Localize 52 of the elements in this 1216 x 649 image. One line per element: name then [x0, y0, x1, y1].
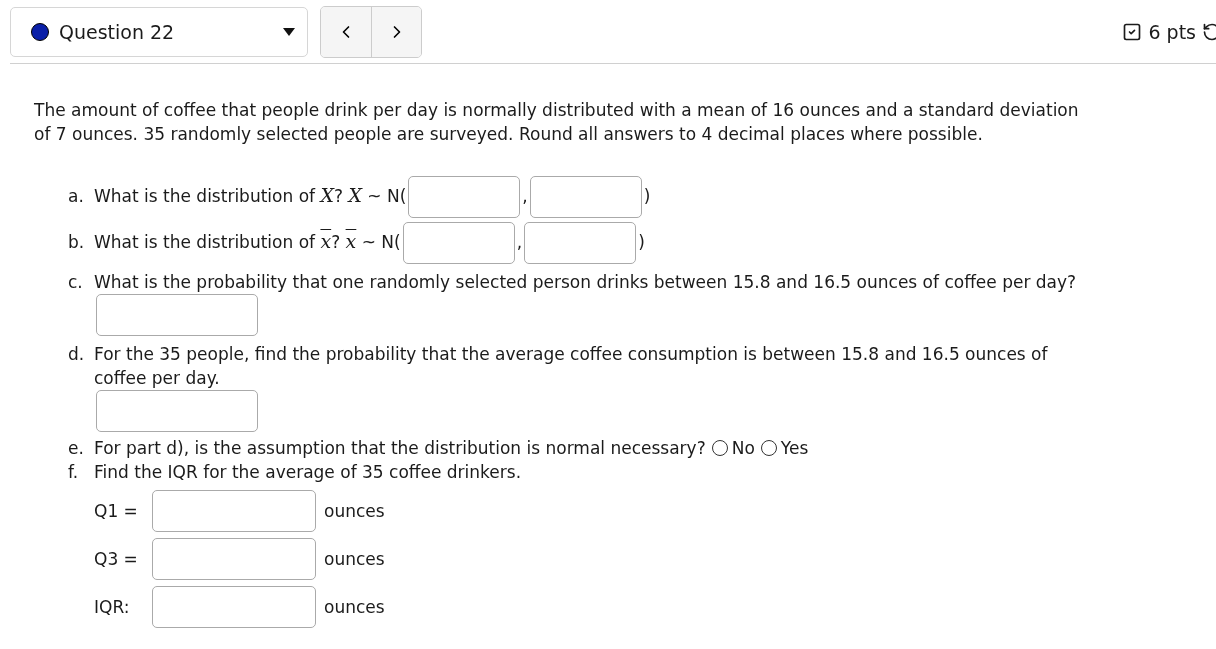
question-text: For the 35 people, find the probability that the average coffee consumption is between 15.8 and 16.5 ounces of coffee per day.: [94, 343, 1049, 390]
variable-symbol: X: [348, 184, 362, 206]
part-marker: d.: [68, 343, 86, 366]
answer-field[interactable]: [96, 390, 258, 432]
next-button[interactable]: [371, 6, 421, 57]
variable-symbol: x: [320, 230, 332, 252]
part-marker: b.: [68, 231, 86, 254]
answer-field[interactable]: [152, 538, 316, 580]
checkbox-icon: [1122, 21, 1143, 42]
answer-field[interactable]: [152, 490, 316, 532]
status-dot: [31, 22, 49, 41]
radio-button[interactable]: [760, 440, 777, 456]
question-mark: ?: [331, 232, 341, 252]
answer-field[interactable]: [408, 176, 521, 218]
answer-field[interactable]: [524, 222, 637, 264]
question-text: What is the distribution of: [94, 232, 316, 252]
question-text: What is the distribution of: [94, 186, 316, 206]
question-text: Find the IQR for the average of 35 coffee drinkers.: [94, 462, 522, 482]
answer-field[interactable]: [96, 294, 258, 336]
notation-text: ~ N(: [361, 232, 401, 252]
variable-symbol: X: [320, 184, 334, 206]
answer-field[interactable]: [402, 222, 515, 264]
close-paren: ): [643, 186, 651, 206]
field-label: Q3 =: [94, 548, 139, 571]
field-label: IQR:: [94, 596, 131, 619]
problem-text: The amount of coffee that people drink per day is normally distributed with a mean of 16 ounces and a standard deviation of 7 ounces. 35 randomly selected people are surveyed. Round all answers to 4 decimal places where possible.: [34, 99, 1080, 146]
separator-text: ,: [522, 186, 528, 206]
part-marker: f.: [68, 461, 80, 484]
question-text: What is the probability that one randomly selected person drinks between 15.8 and 16.5 ounces of coffee per day?: [94, 271, 1078, 294]
close-paren: ): [638, 232, 645, 252]
unit-label: ounces: [324, 596, 385, 619]
radio-button[interactable]: [711, 440, 728, 456]
part-marker: c.: [68, 271, 84, 294]
answer-field[interactable]: [529, 176, 642, 218]
part-marker: e.: [68, 437, 85, 460]
unit-label: ounces: [324, 548, 385, 571]
question-text: For part d), is the assumption that the distribution is normal necessary?: [94, 438, 706, 458]
separator-text: ,: [516, 232, 523, 252]
question-mark: ?: [333, 186, 343, 206]
variable-symbol: x: [345, 230, 357, 252]
notation-text: ~ N(: [367, 186, 407, 206]
unit-label: ounces: [324, 500, 385, 523]
part-marker: a.: [68, 185, 85, 208]
points-label: 6 pts: [1148, 20, 1196, 43]
option-label: No: [731, 438, 755, 458]
caret-icon: [283, 27, 295, 36]
question-label: Question 22: [59, 20, 176, 43]
undo-icon[interactable]: [1202, 21, 1216, 42]
answer-field[interactable]: [152, 586, 316, 628]
field-label: Q1 =: [94, 500, 139, 523]
option-label: Yes: [780, 438, 809, 458]
question-dropdown[interactable]: Question 22: [10, 6, 308, 57]
